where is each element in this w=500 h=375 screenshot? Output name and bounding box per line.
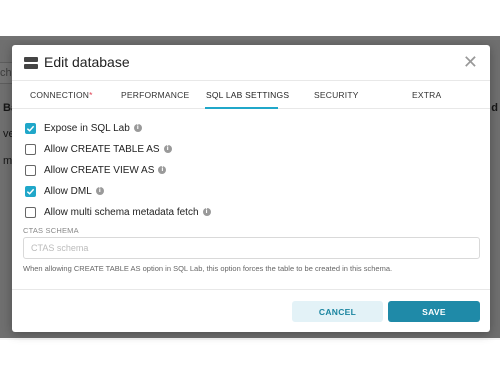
option-allow-multi-schema-metadata-fetch: Allow multi schema metadata fetch i — [25, 205, 211, 219]
close-icon[interactable]: ✕ — [463, 53, 478, 71]
option-label: Allow CREATE VIEW AS — [44, 164, 155, 176]
tab-label: CONNECTION — [30, 90, 90, 100]
checkbox-expose-in-sql-lab[interactable] — [25, 122, 36, 134]
tab-performance[interactable]: PERFORMANCE — [121, 90, 189, 100]
option-allow-create-table-as: Allow CREATE TABLE AS i — [25, 142, 172, 156]
active-tab-indicator — [205, 107, 278, 109]
ctas-schema-help-text: When allowing CREATE TABLE AS option in … — [23, 264, 393, 273]
checkbox-allow-multi-schema-metadata-fetch[interactable] — [25, 206, 36, 218]
info-icon[interactable]: i — [202, 208, 211, 216]
info-icon[interactable]: i — [163, 145, 172, 153]
option-expose-in-sql-lab: Expose in SQL Lab i — [25, 121, 142, 135]
option-label: Allow multi schema metadata fetch — [44, 206, 199, 218]
info-icon[interactable]: i — [158, 166, 167, 174]
modal-title: Edit database — [44, 54, 130, 70]
modal-footer: CANCEL SAVE — [12, 289, 490, 332]
tab-extra[interactable]: EXTRA — [412, 90, 441, 100]
info-icon[interactable]: i — [95, 187, 104, 195]
checkbox-allow-create-table-as[interactable] — [25, 143, 36, 155]
checkbox-allow-dml[interactable] — [25, 185, 36, 197]
option-label: Allow CREATE TABLE AS — [44, 143, 160, 155]
tab-sql-lab-settings[interactable]: SQL LAB SETTINGS — [206, 90, 289, 100]
option-allow-dml: Allow DML i — [25, 184, 104, 198]
edit-database-modal: Edit database ✕ CONNECTION* PERFORMANCE … — [12, 45, 490, 332]
ctas-schema-input[interactable] — [23, 237, 480, 259]
info-icon[interactable]: i — [133, 124, 142, 132]
required-mark: * — [89, 90, 93, 100]
modal-header: Edit database ✕ — [12, 45, 490, 81]
database-icon — [24, 57, 38, 69]
checkbox-allow-create-view-as[interactable] — [25, 164, 36, 176]
tab-bar: CONNECTION* PERFORMANCE SQL LAB SETTINGS… — [12, 81, 490, 109]
checkmark-icon — [26, 125, 35, 132]
save-button[interactable]: SAVE — [388, 301, 480, 322]
option-label: Allow DML — [44, 185, 92, 197]
cancel-button[interactable]: CANCEL — [292, 301, 383, 322]
tab-connection[interactable]: CONNECTION* — [30, 90, 93, 100]
option-label: Expose in SQL Lab — [44, 122, 130, 134]
background-header — [0, 0, 500, 40]
checkmark-icon — [26, 188, 35, 195]
tab-security[interactable]: SECURITY — [314, 90, 359, 100]
ctas-schema-label: CTAS SCHEMA — [23, 226, 79, 235]
option-allow-create-view-as: Allow CREATE VIEW AS i — [25, 163, 167, 177]
